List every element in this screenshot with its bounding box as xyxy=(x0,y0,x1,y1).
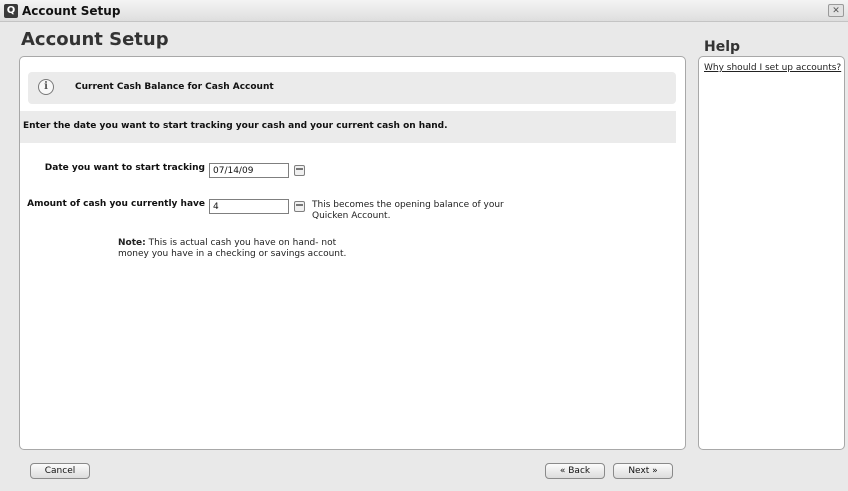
help-link-why-setup-accounts[interactable]: Why should I set up accounts? xyxy=(704,62,841,74)
note-text: Note: This is actual cash you have on ha… xyxy=(118,238,358,260)
calculator-button[interactable] xyxy=(294,201,305,212)
note-prefix: Note: xyxy=(118,238,146,248)
help-panel: Why should I set up accounts? xyxy=(698,56,845,450)
close-icon: ✕ xyxy=(832,6,840,16)
main-panel: i Current Cash Balance for Cash Account … xyxy=(19,56,686,450)
cash-label: Amount of cash you currently have xyxy=(27,199,205,209)
back-button[interactable]: « Back xyxy=(545,463,605,479)
calendar-button[interactable] xyxy=(294,165,305,176)
section-header: i Current Cash Balance for Cash Account xyxy=(28,72,676,104)
instruction-bar: Enter the date you want to start trackin… xyxy=(20,111,676,143)
date-label: Date you want to start tracking xyxy=(44,163,205,173)
note-body: This is actual cash you have on hand- no… xyxy=(118,238,347,259)
cash-hint: This becomes the opening balance of your… xyxy=(312,200,504,221)
close-button[interactable]: ✕ xyxy=(828,4,844,17)
date-input[interactable] xyxy=(209,163,289,178)
calendar-icon xyxy=(296,168,303,170)
calculator-icon xyxy=(296,204,303,206)
next-button[interactable]: Next » xyxy=(613,463,673,479)
info-icon: i xyxy=(38,79,54,95)
cancel-button[interactable]: Cancel xyxy=(30,463,90,479)
quicken-app-icon: Q xyxy=(4,4,18,18)
window-title: Account Setup xyxy=(22,4,121,18)
instruction-text: Enter the date you want to start trackin… xyxy=(23,121,448,131)
cash-amount-input[interactable] xyxy=(209,199,289,214)
title-bar: Q Account Setup ✕ xyxy=(0,0,848,22)
help-title: Help xyxy=(704,39,741,55)
page-title: Account Setup xyxy=(21,29,169,50)
section-title: Current Cash Balance for Cash Account xyxy=(75,82,274,92)
